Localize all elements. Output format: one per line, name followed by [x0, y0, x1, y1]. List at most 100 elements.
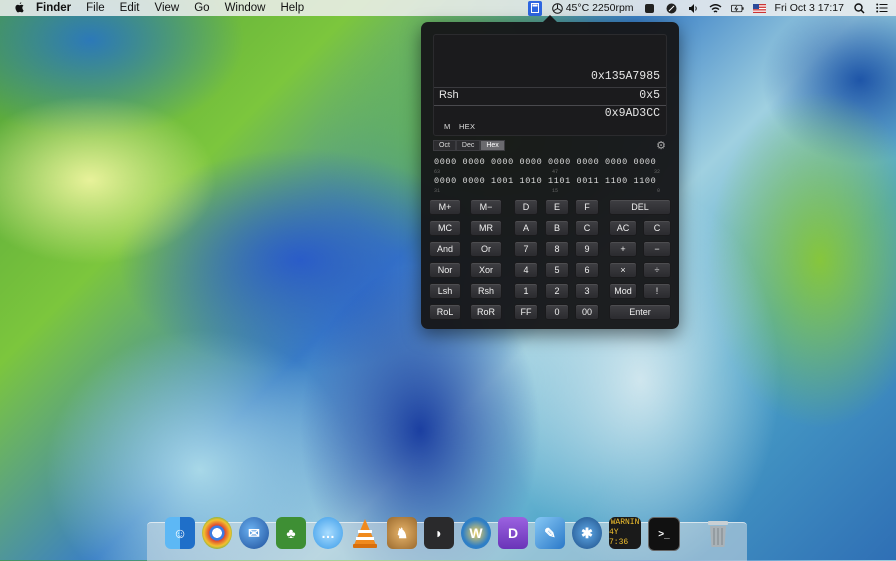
- sourcetree-icon[interactable]: ✱: [572, 517, 602, 549]
- popover-arrow: [543, 15, 557, 22]
- mode-oct[interactable]: Oct: [433, 140, 456, 151]
- calculator-menu-icon[interactable]: [527, 0, 542, 16]
- spotlight-search-icon[interactable]: [853, 2, 866, 15]
- finder-icon[interactable]: ☺: [165, 517, 195, 549]
- console-line: WARNIN: [610, 518, 640, 527]
- app-menu[interactable]: Finder: [36, 2, 71, 14]
- key-mod[interactable]: Mod: [609, 283, 637, 299]
- key-lsh[interactable]: Lsh: [429, 283, 461, 299]
- result-line: 0x9AD3CC: [434, 104, 666, 122]
- bit-row-high[interactable]: 0000 0000 0000 0000 0000 0000 0000 0000: [434, 157, 666, 170]
- console-line: 4Y 7:36: [609, 528, 629, 547]
- key-mc[interactable]: MC: [429, 220, 461, 236]
- mode-dec[interactable]: Dec: [455, 140, 481, 151]
- key-d[interactable]: D: [514, 199, 538, 215]
- gear-icon[interactable]: ⚙: [656, 139, 666, 152]
- bit-index: 63: [434, 169, 441, 175]
- fan-icon[interactable]: [551, 2, 564, 15]
- key-xor[interactable]: Xor: [470, 262, 502, 278]
- clock[interactable]: Fri Oct 3 17:17: [775, 2, 844, 14]
- operand-value: 0x135A7985: [590, 70, 660, 83]
- status-app-icon[interactable]: [643, 2, 656, 15]
- key-enter[interactable]: Enter: [609, 304, 671, 320]
- operation-line: Rsh 0x5: [434, 86, 666, 104]
- key-5[interactable]: 5: [545, 262, 569, 278]
- thunderbird-icon[interactable]: ✉: [239, 517, 269, 549]
- key-8[interactable]: 8: [545, 241, 569, 257]
- key-2[interactable]: 2: [545, 283, 569, 299]
- menu-help[interactable]: Help: [280, 2, 304, 14]
- evernote-icon[interactable]: ♣: [276, 517, 306, 549]
- key-nor[interactable]: Nor: [429, 262, 461, 278]
- vlc-icon[interactable]: [350, 517, 380, 549]
- terminal-icon[interactable]: >_: [648, 517, 680, 551]
- base-mode-selector: Oct Dec Hex: [433, 140, 505, 151]
- key-c-hex[interactable]: C: [575, 220, 599, 236]
- calculator-popover: 0x135A7985 Rsh 0x5 0x9AD3CC M HEX Oct De…: [421, 15, 679, 329]
- console-icon[interactable]: WARNIN 4Y 7:36: [609, 517, 641, 549]
- menu-edit[interactable]: Edit: [120, 2, 140, 14]
- menu-go[interactable]: Go: [194, 2, 209, 14]
- key-0[interactable]: 0: [545, 304, 569, 320]
- xcode-icon[interactable]: ✎: [535, 517, 565, 549]
- temp-fan-readout[interactable]: 45°C 2250rpm: [566, 2, 634, 14]
- key-and[interactable]: And: [429, 241, 461, 257]
- key-ror[interactable]: RoR: [470, 304, 502, 320]
- bit-index: 32: [653, 169, 660, 175]
- key-3[interactable]: 3: [575, 283, 599, 299]
- menu-file[interactable]: File: [86, 2, 105, 14]
- key-ff[interactable]: FF: [514, 304, 538, 320]
- key-del[interactable]: DEL: [609, 199, 671, 215]
- key-ac[interactable]: AC: [609, 220, 637, 236]
- bit-index: 15: [552, 188, 559, 194]
- us-flag-icon[interactable]: [752, 2, 766, 15]
- operand-line: 0x135A7985: [434, 67, 666, 85]
- key-plus[interactable]: +: [609, 241, 637, 257]
- bit-index: 0: [656, 188, 660, 194]
- bit-display: 0000 0000 0000 0000 0000 0000 0000 0000 …: [434, 157, 666, 195]
- key-mr[interactable]: MR: [470, 220, 502, 236]
- bit-index-row-low: 31 15 0: [434, 188, 666, 195]
- key-rsh[interactable]: Rsh: [470, 283, 502, 299]
- key-6[interactable]: 6: [575, 262, 599, 278]
- key-clear[interactable]: C: [643, 220, 671, 236]
- chrome-icon[interactable]: [202, 517, 232, 549]
- key-m-plus[interactable]: M+: [429, 199, 461, 215]
- cyberduck-icon[interactable]: ♞: [387, 517, 417, 549]
- wifi-icon[interactable]: [709, 2, 722, 15]
- trash-icon[interactable]: [703, 517, 733, 549]
- key-1[interactable]: 1: [514, 283, 538, 299]
- key-b[interactable]: B: [545, 220, 569, 236]
- notification-center-icon[interactable]: [875, 2, 888, 15]
- messages-icon[interactable]: …: [313, 517, 343, 549]
- battery-icon[interactable]: [730, 2, 744, 15]
- bit-index: 47: [552, 169, 559, 175]
- memory-indicators: M HEX: [444, 122, 481, 131]
- wordpress-icon[interactable]: W: [461, 517, 491, 549]
- key-00[interactable]: 00: [575, 304, 599, 320]
- key-multiply[interactable]: ×: [609, 262, 637, 278]
- key-m-minus[interactable]: M−: [470, 199, 502, 215]
- menu-window[interactable]: Window: [225, 2, 266, 14]
- status-compass-icon[interactable]: [665, 2, 678, 15]
- key-7[interactable]: 7: [514, 241, 538, 257]
- key-a[interactable]: A: [514, 220, 538, 236]
- key-divide[interactable]: ÷: [643, 262, 671, 278]
- rss-reader-icon[interactable]: ◗: [424, 517, 454, 549]
- volume-icon[interactable]: [687, 2, 700, 15]
- key-4[interactable]: 4: [514, 262, 538, 278]
- bit-row-low[interactable]: 0000 0000 1001 1010 1101 0011 1100 1100: [434, 176, 666, 189]
- menu-view[interactable]: View: [155, 2, 180, 14]
- key-e[interactable]: E: [545, 199, 569, 215]
- key-f[interactable]: F: [575, 199, 599, 215]
- dock: ☺ ✉ ♣ … ♞ ◗ W D ✎ ✱ WARNIN 4Y 7:36 >_: [147, 517, 747, 561]
- apple-icon[interactable]: [12, 1, 26, 15]
- key-factorial[interactable]: !: [643, 283, 671, 299]
- key-or[interactable]: Or: [470, 241, 502, 257]
- mode-hex[interactable]: Hex: [480, 140, 505, 151]
- key-9[interactable]: 9: [575, 241, 599, 257]
- key-rol[interactable]: RoL: [429, 304, 461, 320]
- bit-index-row-high: 63 47 32: [434, 169, 666, 176]
- dash-icon[interactable]: D: [498, 517, 528, 549]
- key-minus[interactable]: −: [643, 241, 671, 257]
